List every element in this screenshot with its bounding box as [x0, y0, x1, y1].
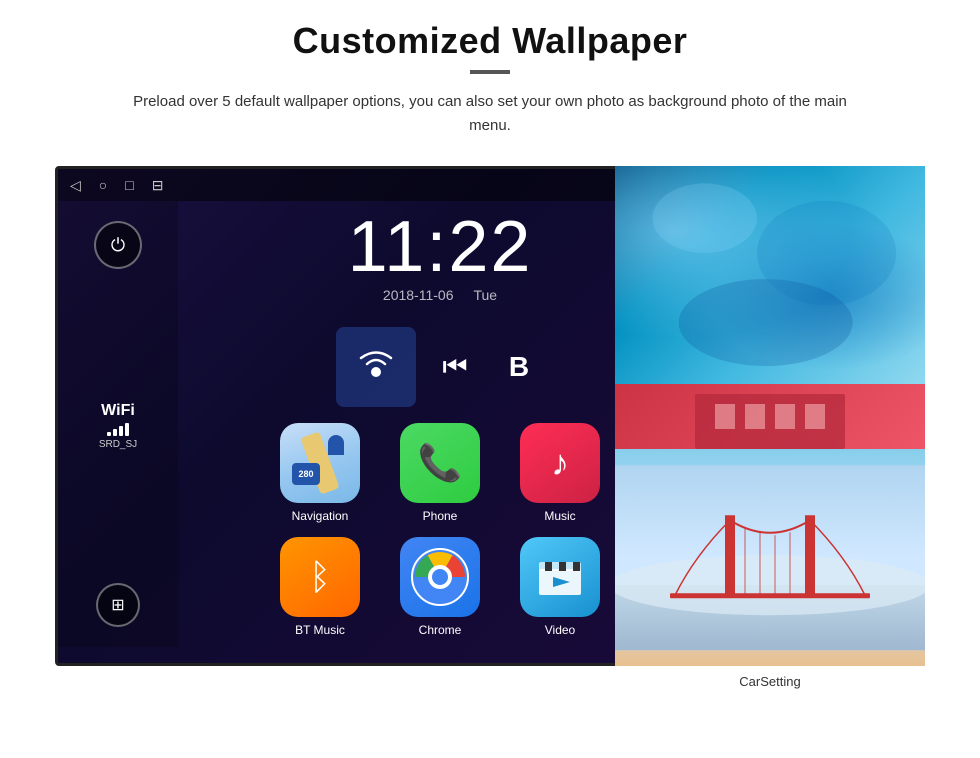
ice-decoration [615, 166, 925, 384]
media-bar: ⏮ B [336, 327, 544, 407]
page-container: Customized Wallpaper Preload over 5 defa… [0, 0, 980, 758]
nav-shield: 280 [292, 463, 320, 485]
app-music[interactable]: ♪ Music [510, 423, 610, 523]
music-icon: ♪ [520, 423, 600, 503]
back-icon[interactable]: ◁ [70, 177, 81, 194]
media-b-icon[interactable]: B [494, 342, 544, 392]
bluetooth-icon: ᛒ [309, 556, 331, 598]
main-content: ⏻ WiFi SRD_SJ ⊞ 11:2 [58, 201, 702, 647]
date-display: 2018-11-06 Tue [383, 287, 497, 303]
chrome-label: Chrome [419, 623, 462, 637]
bt-music-label: BT Music [295, 623, 345, 637]
page-title: Customized Wallpaper [293, 20, 688, 62]
wallpaper-thumbnails [615, 166, 925, 666]
music-note-icon: ♪ [551, 442, 569, 484]
wifi-ssid: SRD_SJ [99, 439, 137, 450]
left-sidebar: ⏻ WiFi SRD_SJ ⊞ [58, 201, 178, 647]
app-chrome[interactable]: Chrome [390, 537, 490, 637]
wifi-waves-icon [351, 342, 401, 392]
car-setting-container: CarSetting [615, 673, 925, 691]
wifi-bars [99, 422, 137, 436]
wifi-label: WiFi [99, 402, 137, 420]
nav-pin [328, 435, 344, 455]
wifi-media-icon[interactable] [336, 327, 416, 407]
screen-area: ◁ ○ □ ⊟ 📍 ▼ 11:22 ⏻ WiFi [55, 166, 925, 666]
app-video[interactable]: Video [510, 537, 610, 637]
app-navigation[interactable]: 280 Navigation [270, 423, 370, 523]
recent-icon[interactable]: □ [125, 177, 133, 193]
wifi-bar-1 [107, 432, 111, 436]
status-bar: ◁ ○ □ ⊟ 📍 ▼ 11:22 [58, 169, 702, 201]
navigation-icon: 280 [280, 423, 360, 503]
power-button[interactable]: ⏻ [94, 221, 142, 269]
wifi-bar-2 [113, 429, 117, 436]
wifi-bar-3 [119, 426, 123, 436]
apps-grid: 280 Navigation 📞 Phone [270, 423, 610, 637]
apps-grid-button[interactable]: ⊞ [96, 583, 140, 627]
title-divider [470, 70, 510, 74]
music-label: Music [544, 509, 575, 523]
skip-prev-icon[interactable]: ⏮ [430, 342, 480, 392]
wallpaper-thumb-ice[interactable] [615, 166, 925, 384]
bridge-scene-visual [615, 449, 925, 667]
chrome-icon [400, 537, 480, 617]
home-icon[interactable]: ○ [99, 177, 107, 193]
clapperboard-icon [535, 557, 585, 597]
screenshot-icon[interactable]: ⊟ [152, 177, 164, 194]
building-decoration [615, 384, 925, 449]
video-label: Video [545, 623, 575, 637]
date-value: 2018-11-06 [383, 287, 454, 303]
app-phone[interactable]: 📞 Phone [390, 423, 490, 523]
nav-buttons: ◁ ○ □ ⊟ [70, 177, 163, 194]
video-icon [520, 537, 600, 617]
wifi-info: WiFi SRD_SJ [99, 402, 137, 450]
clock-display: 11:22 [348, 211, 533, 283]
bt-music-icon: ᛒ [280, 537, 360, 617]
app-bt-music[interactable]: ᛒ BT Music [270, 537, 370, 637]
navigation-label: Navigation [292, 509, 349, 523]
phone-icon: 📞 [400, 423, 480, 503]
wallpaper-thumb-bridge[interactable] [615, 449, 925, 667]
chrome-logo-icon [410, 547, 470, 607]
wifi-bar-4 [125, 423, 129, 436]
android-screen: ◁ ○ □ ⊟ 📍 ▼ 11:22 ⏻ WiFi [55, 166, 705, 666]
day-value: Tue [473, 287, 497, 303]
car-setting-label: CarSetting [739, 674, 800, 689]
phone-label: Phone [423, 509, 458, 523]
wallpaper-thumb-building[interactable] [615, 384, 925, 449]
page-description: Preload over 5 default wallpaper options… [130, 90, 850, 138]
